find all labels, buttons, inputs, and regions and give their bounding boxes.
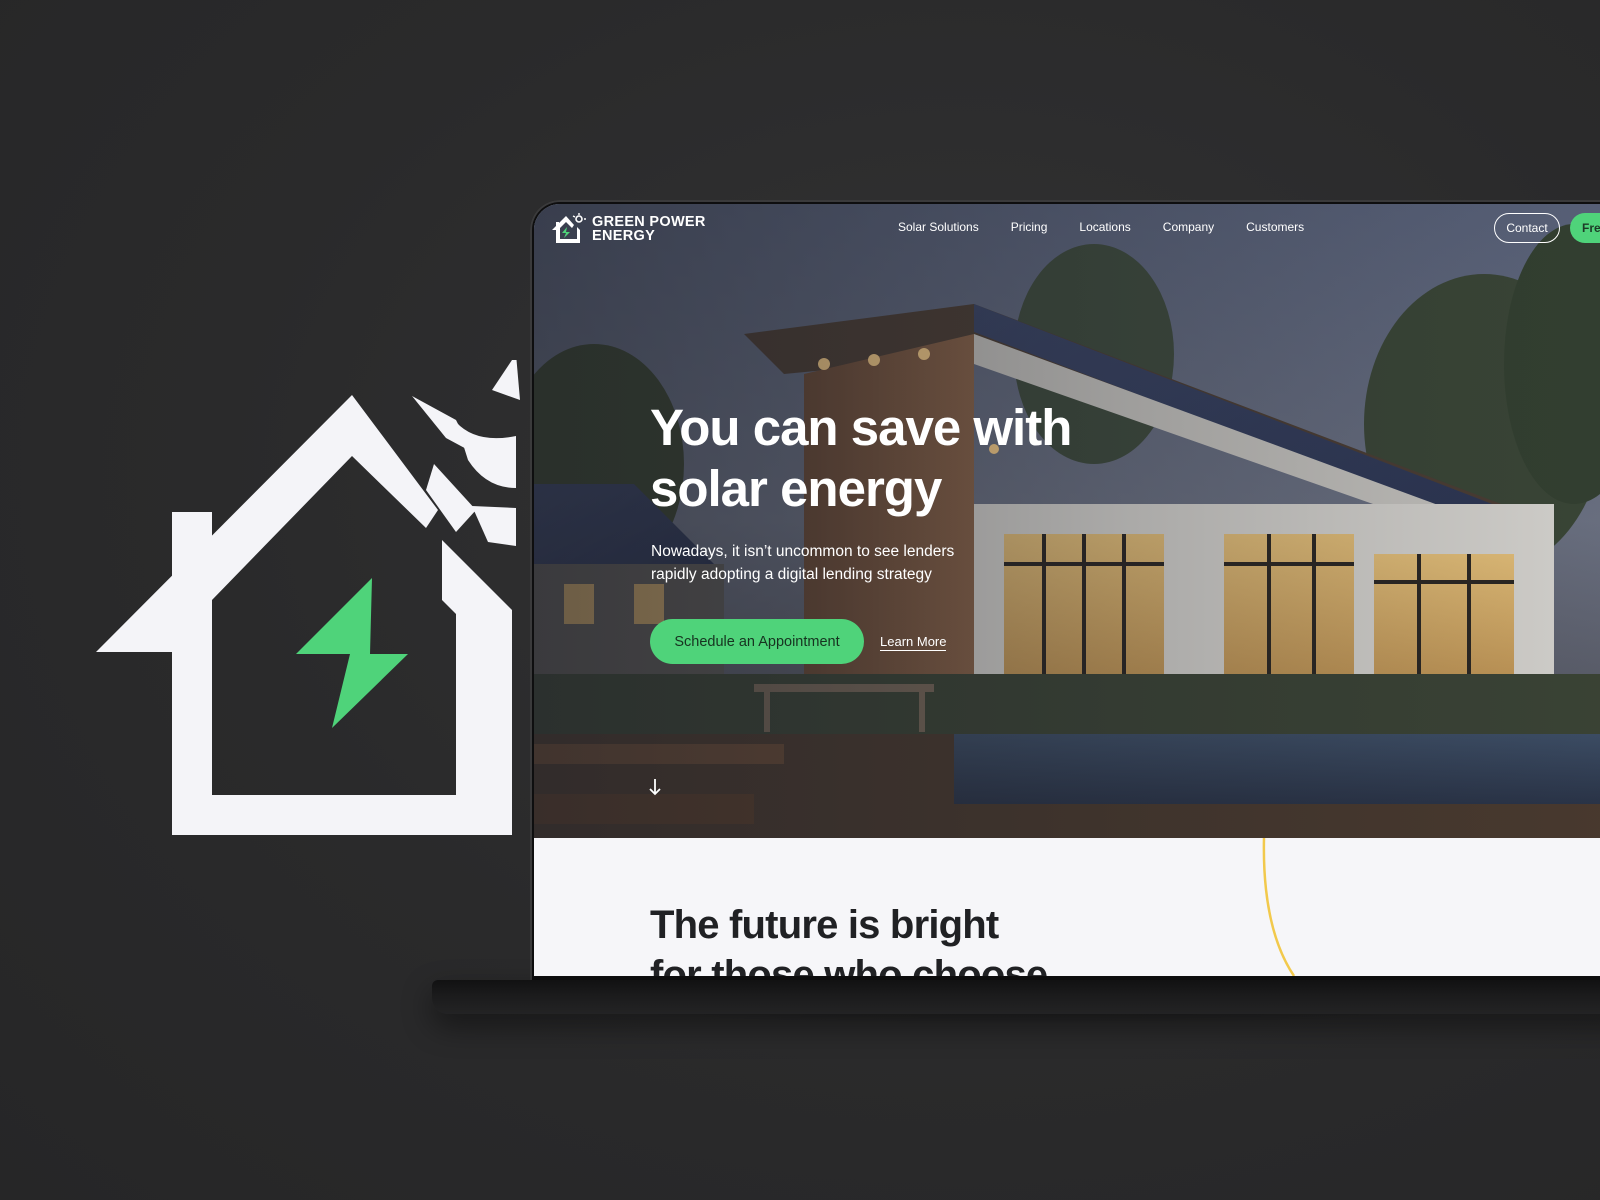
free-quote-button[interactable]: Free: [1570, 213, 1600, 243]
nav-links: Solar Solutions Pricing Locations Compan…: [898, 220, 1336, 234]
website-screen: GREEN POWER ENERGY Solar Solutions Prici…: [534, 204, 1600, 976]
brand-name-line1: GREEN POWER: [592, 214, 706, 230]
learn-more-link[interactable]: Learn More: [880, 634, 947, 651]
hero-subtitle: Nowadays, it isn’t uncommon to see lende…: [651, 540, 1011, 586]
brand-name-line2: ENERGY: [592, 228, 656, 244]
nav-link-locations[interactable]: Locations: [1079, 220, 1130, 234]
section-title-line1: The future is bright: [650, 903, 999, 947]
hero-title: You can save with solar energy: [650, 397, 1170, 519]
section-title: The future is bright for those who choos…: [650, 900, 1048, 976]
nav-link-company[interactable]: Company: [1163, 220, 1214, 234]
top-nav: GREEN POWER ENERGY Solar Solutions Prici…: [534, 204, 1600, 252]
brand-name: GREEN POWER ENERGY: [592, 214, 706, 244]
schedule-appointment-button[interactable]: Schedule an Appointment: [650, 619, 864, 664]
intro-section: The future is bright for those who choos…: [534, 838, 1600, 976]
mockup-stage: GREEN POWER ENERGY Solar Solutions Prici…: [0, 0, 1600, 1200]
hero-title-line2: solar energy: [650, 460, 942, 517]
hero-title-line1: You can save with: [650, 399, 1072, 456]
nav-link-pricing[interactable]: Pricing: [1011, 220, 1048, 234]
arrow-down-icon[interactable]: [648, 778, 662, 796]
house-bolt-logo-icon: [96, 360, 520, 835]
nav-link-solar-solutions[interactable]: Solar Solutions: [898, 220, 979, 234]
house-bolt-logo-icon: [552, 213, 586, 243]
hero-overlay: [534, 204, 1600, 838]
laptop-base: [432, 980, 1600, 1014]
brand-logo[interactable]: GREEN POWER ENERGY: [550, 212, 706, 246]
hero-subtitle-line2: rapidly adopting a digital lending strat…: [651, 566, 932, 583]
hero-subtitle-line1: Nowadays, it isn’t uncommon to see lende…: [651, 543, 955, 560]
contact-button[interactable]: Contact: [1494, 213, 1560, 243]
hero-section: GREEN POWER ENERGY Solar Solutions Prici…: [534, 204, 1600, 838]
section-title-line2: for those who choose: [650, 953, 1048, 976]
decorative-arc: [1262, 838, 1296, 976]
nav-link-customers[interactable]: Customers: [1246, 220, 1304, 234]
